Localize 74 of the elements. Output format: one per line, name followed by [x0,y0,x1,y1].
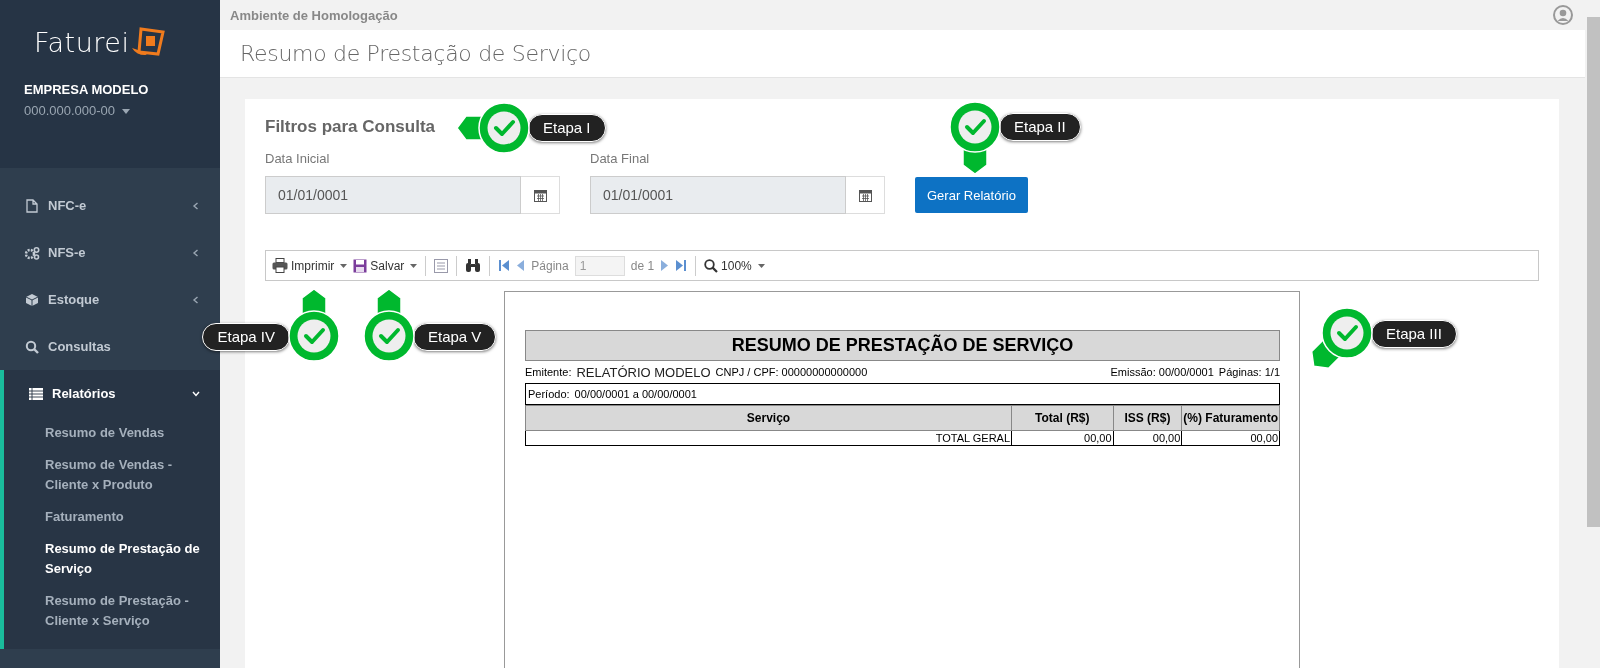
table-cell: TOTAL GERAL [525,430,1012,446]
submenu-item[interactable]: Resumo de Vendas [45,417,210,449]
field-label: Data Inicial [265,151,331,166]
menu-item[interactable]: Estoque [0,276,220,323]
binoculars-icon[interactable] [465,259,482,272]
column-header: ISS (R$) [1113,405,1182,431]
submenu-item[interactable]: Faturamento [45,501,210,533]
step-label: Etapa II [999,113,1081,141]
last-page-icon[interactable] [675,259,688,272]
section-title: Filtros para Consulta [265,117,436,137]
table-cell: 00,00 [1113,430,1182,446]
issuer-label: Emitente: [525,366,572,378]
document-map-icon[interactable] [434,258,449,273]
list-icon [28,387,44,400]
column-header: (%) Faturamento [1181,405,1280,431]
page-title: Resumo de Prestação de Serviço [240,41,591,66]
caret-icon [121,109,130,115]
step-label: Etapa III [1371,320,1457,348]
search-icon [24,339,40,354]
issue-date: Emissão: 00/00/0001 [1110,366,1214,378]
column-header: Serviço [525,405,1012,431]
date-field[interactable]: 01/01/0001 [590,176,846,214]
menu-item[interactable]: NFC-e [0,182,220,229]
period-label: Período: [528,388,570,400]
menu-item[interactable]: Consultas [0,323,115,370]
menu-item[interactable]: Relatórios [4,370,220,417]
next-page-icon[interactable] [660,259,670,272]
chevron-left-icon [192,201,200,210]
print-button[interactable]: Imprimir [272,258,335,273]
caret-icon[interactable] [757,263,765,268]
save-button[interactable]: Salvar [353,258,405,273]
menu-item[interactable]: NFS-e [0,229,220,276]
issuer-name: RELATÓRIO MODELO [576,364,711,380]
environment-label: Ambiente de Homologação [230,7,398,23]
table-cell: 00,00 [1181,430,1280,446]
printer-icon [272,258,288,273]
gears-icon [24,245,40,260]
caret-icon[interactable] [340,263,348,268]
calendar-button[interactable] [521,176,560,214]
logo-text: Faturei [34,26,130,58]
calendar-icon [858,188,872,202]
submenu-item[interactable]: Resumo de Prestação - Cliente x Serviço [45,585,210,637]
page-count: de 1 [630,258,655,273]
step-label: Etapa V [413,323,497,351]
zoom-dropdown[interactable]: 100% [704,258,752,273]
date-field[interactable]: 01/01/0001 [265,176,521,214]
generate-report-button[interactable]: Gerar Relatório [915,177,1028,213]
magnifier-icon [704,258,719,273]
chevron-left-icon [192,248,200,257]
calendar-icon [533,188,547,202]
calendar-button[interactable] [846,176,885,214]
period-value: 00/00/0001 a 00/00/0001 [574,388,697,400]
document-icon [24,198,40,213]
submenu-item[interactable]: Resumo de Vendas - Cliente x Produto [45,449,210,501]
tax-id: CNPJ / CPF: 00000000000000 [715,366,868,378]
company-id-dropdown[interactable]: 000.000.000-00 [24,103,130,118]
chevron-down-icon [192,389,200,398]
cube-icon [24,292,40,307]
user-avatar-icon[interactable] [1553,5,1573,25]
table-cell: 00,00 [1011,430,1114,446]
receipt-logo-icon [131,26,168,58]
step-label: Etapa I [528,114,606,142]
column-header: Total (R$) [1011,405,1114,431]
caret-icon[interactable] [410,263,418,268]
chevron-left-icon [192,295,200,304]
step-label: Etapa IV [202,323,290,351]
submenu-item[interactable]: Resumo de Prestação de Serviço [45,533,210,585]
previous-page-icon[interactable] [516,259,526,272]
company-name: EMPRESA MODELO [24,82,150,97]
page-label: Página [531,258,569,273]
page-count: Páginas: 1/1 [1218,366,1280,378]
field-label: Data Final [590,151,651,166]
first-page-icon[interactable] [498,259,511,272]
report-title: RESUMO DE PRESTAÇÃO DE SERVIÇO [525,330,1280,361]
